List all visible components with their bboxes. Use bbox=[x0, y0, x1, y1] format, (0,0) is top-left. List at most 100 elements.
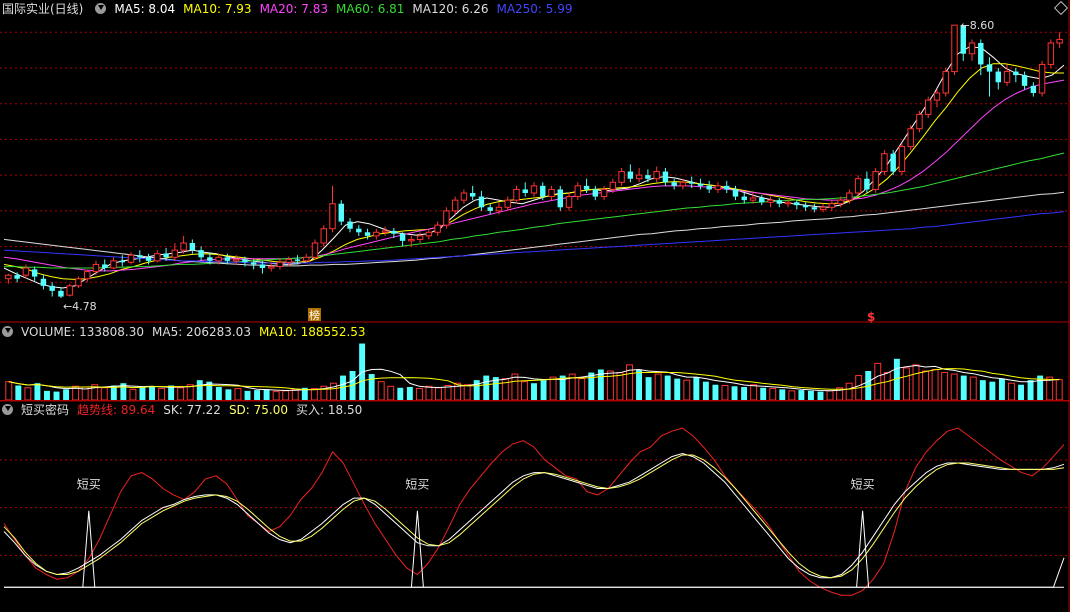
candle-up bbox=[600, 188, 608, 198]
buy-signal-spike bbox=[82, 510, 96, 588]
volume-bar-down bbox=[1027, 380, 1034, 400]
candle-down bbox=[978, 43, 984, 65]
candle-up bbox=[22, 267, 30, 276]
trend-label: 趋势线: 89.64 bbox=[77, 403, 156, 417]
volume-bar-up bbox=[24, 387, 32, 401]
buy-signal-label: 短买 bbox=[405, 477, 429, 491]
volume-bar-up bbox=[826, 390, 834, 401]
volume-bar-up bbox=[683, 379, 691, 401]
candle-up bbox=[819, 206, 827, 210]
volume-bar-up bbox=[750, 384, 758, 401]
kline-chart[interactable]: ←8.60 ←4.78 榜 $ 短买 短买 短买 bbox=[0, 0, 1070, 612]
candle-down bbox=[1030, 85, 1037, 93]
volume-bar-down bbox=[817, 391, 824, 400]
volume-bar-up bbox=[501, 378, 509, 401]
indicator-header: 短买密码 趋势线: 89.64 SK: 77.22 SD: 75.00 买入: 18.5… bbox=[0, 402, 370, 418]
volume-bar-down bbox=[540, 380, 547, 400]
candle-up bbox=[1047, 42, 1055, 65]
volume-bar-down bbox=[225, 389, 232, 400]
candle-up bbox=[653, 171, 660, 180]
candle-up bbox=[565, 196, 573, 208]
candle-up bbox=[1056, 38, 1063, 44]
price-header: 国际实业(日线) MA5: 8.04 MA10: 7.93 MA20: 7.83 MA6… bbox=[0, 1, 581, 17]
volume-bar-up bbox=[721, 385, 729, 401]
volume-bar-up bbox=[874, 362, 882, 401]
volume-bar-up bbox=[129, 388, 137, 401]
candle-up bbox=[416, 235, 424, 240]
volume-bar-down bbox=[63, 389, 70, 400]
volume-bar-up bbox=[520, 381, 528, 401]
volume-bar-down bbox=[760, 387, 767, 400]
volume-bar-up bbox=[922, 370, 929, 401]
volume-bar-up bbox=[282, 390, 290, 401]
candle-up bbox=[311, 242, 319, 258]
dropdown-icon[interactable] bbox=[2, 326, 13, 337]
candle-down bbox=[207, 257, 213, 261]
candle-up bbox=[907, 128, 914, 148]
dropdown-icon[interactable] bbox=[95, 3, 107, 14]
volume-bar-down bbox=[368, 374, 375, 400]
candle-up bbox=[434, 224, 441, 233]
volume-bar-up bbox=[158, 388, 166, 401]
volume-bar-down bbox=[664, 375, 671, 400]
candle-down bbox=[399, 233, 406, 241]
candle-up bbox=[110, 260, 117, 269]
candle-up bbox=[635, 174, 643, 180]
volume-bar-up bbox=[969, 376, 977, 401]
candle-up bbox=[924, 99, 932, 115]
candle-up bbox=[460, 192, 468, 201]
volume-bar-down bbox=[244, 390, 251, 400]
candle-up bbox=[574, 185, 582, 198]
candle-down bbox=[688, 182, 695, 184]
dropdown-icon[interactable] bbox=[2, 404, 13, 415]
candle-down bbox=[364, 232, 371, 236]
volume-bar-up bbox=[606, 370, 614, 401]
buy-line bbox=[4, 557, 1065, 588]
volume-bar-down bbox=[779, 389, 786, 400]
volume-bar-down bbox=[53, 391, 60, 400]
volume-bar-up bbox=[5, 381, 13, 401]
candle-up bbox=[425, 231, 433, 237]
candle-up bbox=[548, 188, 555, 198]
volume-bar-up bbox=[435, 387, 442, 401]
ma20-label: MA20: 7.83 bbox=[259, 2, 328, 16]
candle-up bbox=[1038, 63, 1046, 94]
candle-up bbox=[618, 171, 625, 183]
volume-bar-down bbox=[196, 380, 203, 400]
volume-bar-up bbox=[788, 390, 796, 401]
volume-bar-up bbox=[950, 373, 958, 401]
volume-bar-down bbox=[34, 383, 41, 400]
sd-line bbox=[3, 454, 1065, 579]
bang-marker-label: 榜 bbox=[309, 308, 320, 322]
trend-line bbox=[3, 427, 1065, 596]
candle-down bbox=[137, 255, 143, 258]
ma10-label: MA10: 7.93 bbox=[183, 2, 252, 16]
volume-bar-down bbox=[979, 380, 986, 400]
candle-down bbox=[741, 196, 747, 201]
candle-down bbox=[697, 183, 704, 186]
stock-name: 国际实业(日线) bbox=[2, 2, 84, 16]
candle-down bbox=[627, 171, 634, 179]
candle-down bbox=[540, 185, 546, 197]
candle-up bbox=[171, 249, 179, 258]
ma5-label: MA5: 8.04 bbox=[114, 2, 176, 16]
candle-up bbox=[916, 113, 923, 130]
volume-bar-up bbox=[100, 387, 108, 401]
candle-down bbox=[356, 228, 362, 233]
price-panel: ←8.60 ←4.78 榜 $ bbox=[0, 0, 1070, 612]
volume-title: VOLUME: 133808.30 bbox=[21, 325, 144, 339]
volume-bar-up bbox=[272, 391, 280, 401]
candle-up bbox=[320, 228, 327, 244]
candle-up bbox=[180, 242, 187, 251]
candle-up bbox=[408, 238, 415, 242]
volume-bar-up bbox=[883, 372, 891, 401]
candle-up bbox=[66, 285, 73, 296]
candle-up bbox=[881, 153, 888, 173]
candle-up bbox=[784, 201, 792, 205]
volume-bar-down bbox=[960, 375, 967, 400]
s-marker-label: $ bbox=[867, 310, 875, 324]
volume-bar-up bbox=[444, 385, 452, 401]
candle-up bbox=[75, 278, 82, 287]
candle-up bbox=[329, 203, 336, 230]
sk-label: SK: 77.22 bbox=[163, 403, 221, 417]
